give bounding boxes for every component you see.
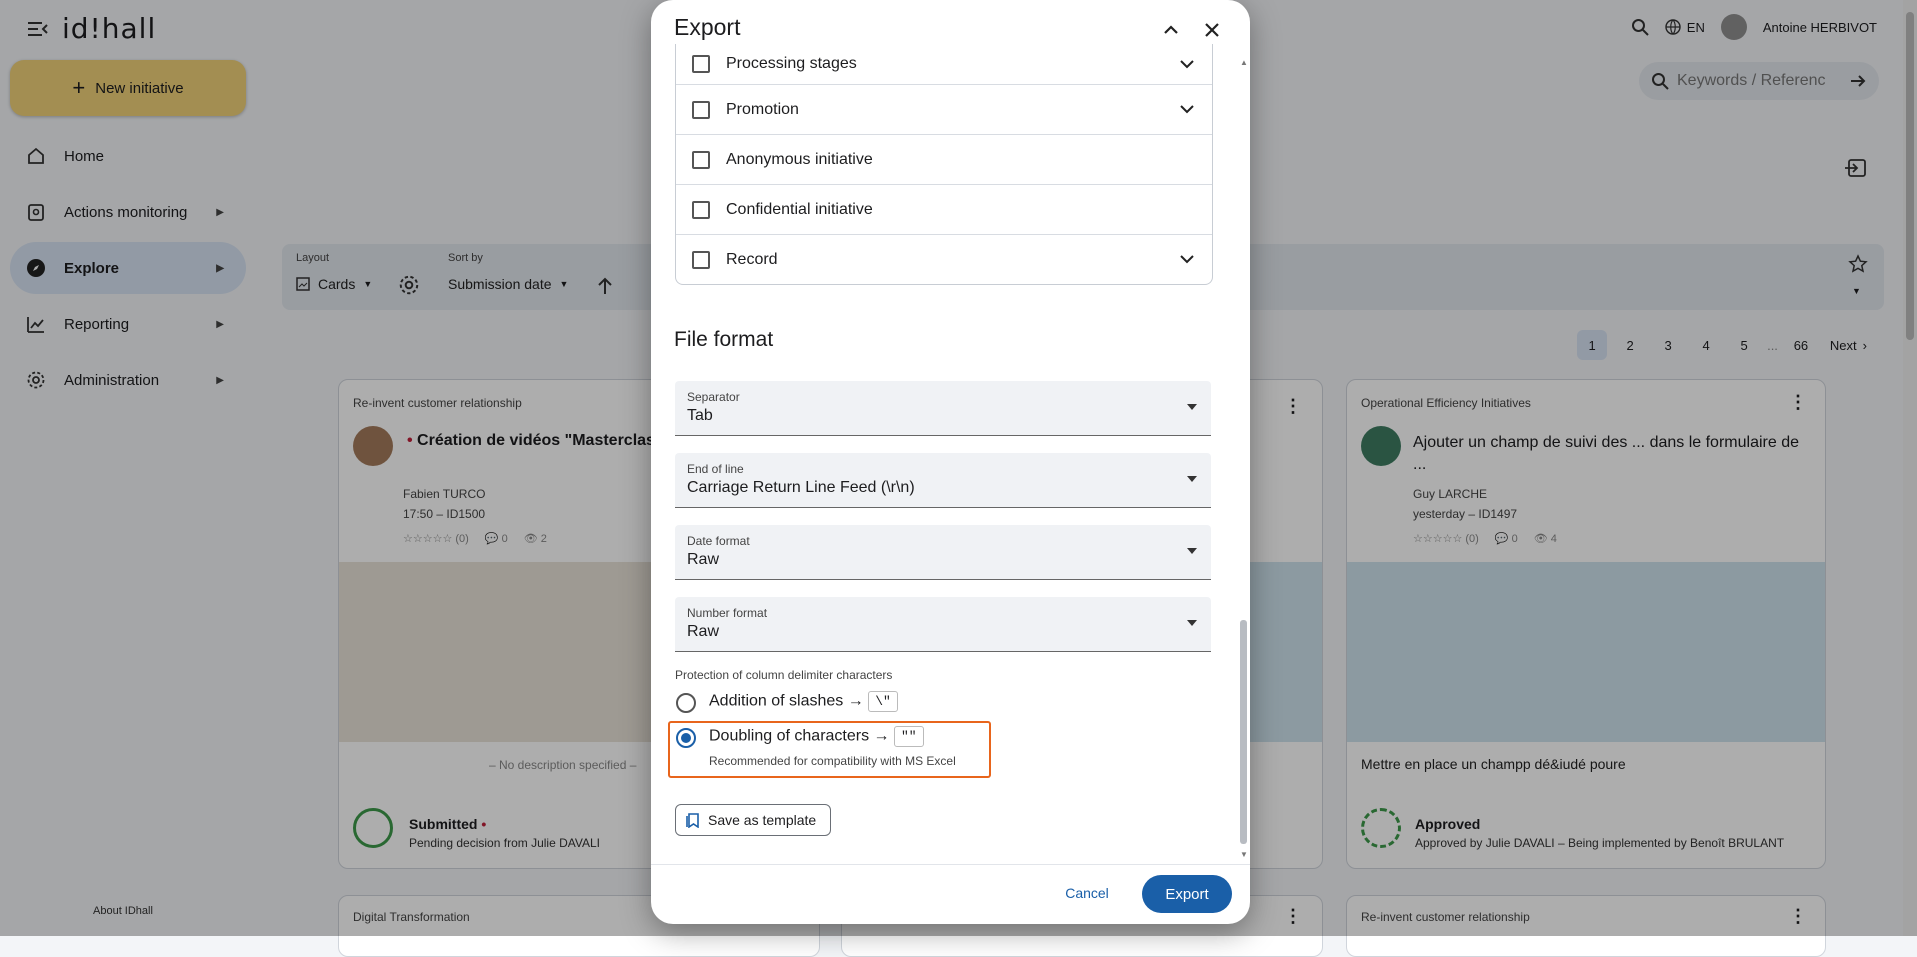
list-item-label: Confidential initiative	[726, 200, 873, 218]
export-button[interactable]: Export	[1142, 875, 1232, 913]
checkbox[interactable]	[692, 250, 710, 269]
field-value: Raw	[687, 551, 720, 568]
field-value: Carriage Return Line Feed (\r\n)	[687, 479, 915, 496]
list-item-label: Record	[726, 250, 778, 268]
caret-down-icon	[1187, 404, 1197, 410]
checkbox[interactable]	[692, 55, 710, 73]
protection-label: Protection of column delimiter character…	[675, 668, 893, 682]
chevron-down-icon[interactable]	[1180, 59, 1194, 69]
code-sample: \"	[868, 691, 898, 712]
list-item[interactable]: Anonymous initiative	[676, 135, 1212, 185]
caret-down-icon	[1187, 620, 1197, 626]
field-label: Date format	[687, 534, 750, 548]
checkbox[interactable]	[692, 200, 710, 219]
list-item-label: Promotion	[726, 100, 799, 118]
number-format-select[interactable]: Number format Raw	[675, 597, 1211, 652]
export-dialog: Export Processing stages Promotion Anony…	[651, 0, 1250, 924]
list-item[interactable]: Record	[676, 235, 1212, 284]
field-value: Raw	[687, 623, 720, 640]
option-label: Addition of slashes →	[709, 692, 864, 710]
field-label: End of line	[687, 462, 744, 476]
field-value: Tab	[687, 407, 713, 424]
highlight-box	[668, 721, 991, 778]
list-item-label: Processing stages	[726, 55, 857, 72]
date-format-select[interactable]: Date format Raw	[675, 525, 1211, 580]
dialog-title: Export	[674, 14, 741, 40]
save-as-template-label: Save as template	[708, 812, 817, 828]
separator-select[interactable]: Separator Tab	[675, 381, 1211, 436]
close-icon[interactable]	[1195, 13, 1229, 47]
chevron-down-icon[interactable]	[1180, 105, 1194, 114]
caret-down-icon	[1187, 476, 1197, 482]
save-as-template-button[interactable]: Save as template	[675, 804, 831, 836]
chevron-down-icon[interactable]	[1180, 255, 1194, 264]
checkbox[interactable]	[692, 150, 710, 169]
caret-down-icon	[1187, 548, 1197, 554]
field-label: Number format	[687, 606, 768, 620]
checkbox[interactable]	[692, 100, 710, 119]
field-label: Separator	[687, 390, 740, 404]
list-item[interactable]: Processing stages	[676, 44, 1212, 85]
export-fields-list: Processing stages Promotion Anonymous in…	[675, 44, 1213, 285]
radio-addition-of-slashes[interactable]	[676, 693, 696, 713]
list-item[interactable]: Promotion	[676, 85, 1212, 135]
list-item-label: Anonymous initiative	[726, 150, 873, 168]
bookmark-icon	[686, 812, 700, 828]
file-format-heading: File format	[674, 328, 774, 351]
cancel-button[interactable]: Cancel	[1057, 875, 1117, 911]
divider	[651, 864, 1250, 865]
dialog-scrollbar-thumb[interactable]	[1240, 620, 1247, 844]
list-item[interactable]: Confidential initiative	[676, 185, 1212, 235]
end-of-line-select[interactable]: End of line Carriage Return Line Feed (\…	[675, 453, 1211, 508]
collapse-chevron-up-icon[interactable]	[1154, 13, 1188, 47]
option-addition-of-slashes[interactable]: Addition of slashes → \"	[709, 691, 898, 712]
